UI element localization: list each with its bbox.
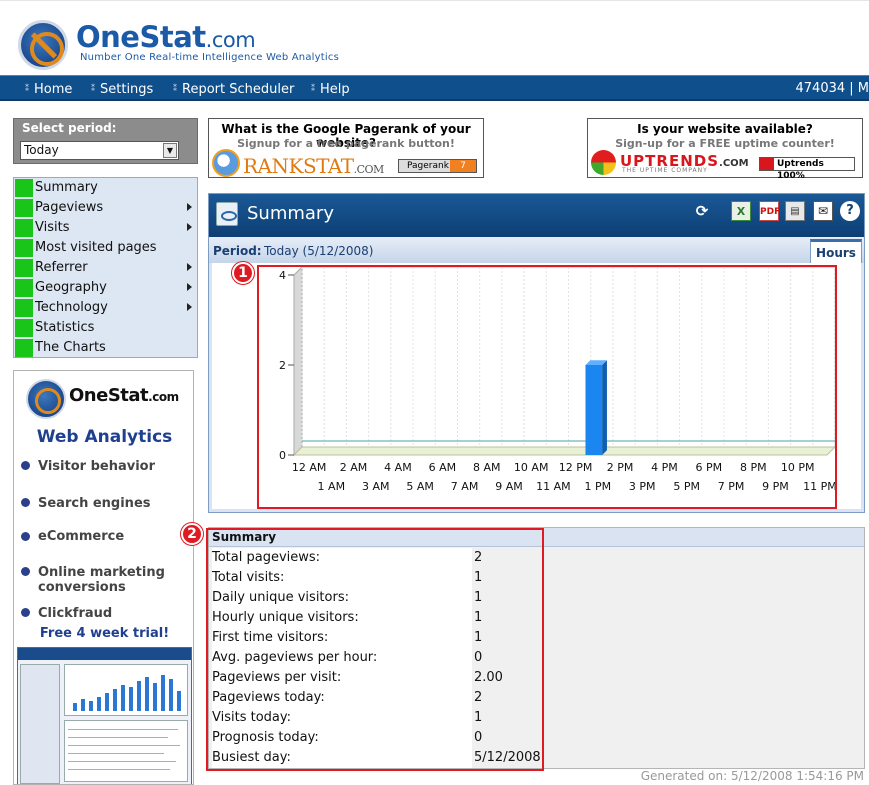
menu-item-statistics[interactable]: Statistics xyxy=(14,318,197,338)
ad-subline: Signup for a free pagerank button! xyxy=(237,137,455,150)
nav-bullet-icon: ⁑ xyxy=(25,84,29,93)
promo-feature: Online marketing conversions xyxy=(38,565,165,595)
menu-item-summary[interactable]: Summary xyxy=(14,178,197,198)
nav-report-scheduler[interactable]: ⁑ Report Scheduler xyxy=(173,80,294,98)
promo-screenshot-image xyxy=(17,647,192,784)
promo-feature: Visitor behavior xyxy=(38,459,155,474)
uptrends-logo-icon xyxy=(591,150,616,175)
menu-marker xyxy=(15,279,33,297)
nav-bullet-icon: ⁑ xyxy=(173,84,177,93)
menu-item-pageviews[interactable]: Pageviews xyxy=(14,198,197,218)
submenu-arrow-icon xyxy=(187,303,192,311)
annotation-box-1 xyxy=(257,265,837,509)
annotation-box-2 xyxy=(206,528,544,771)
submenu-arrow-icon xyxy=(187,203,192,211)
menu-item-technology[interactable]: Technology xyxy=(14,298,197,318)
period-strip: Period: Today (5/12/2008) xyxy=(209,237,864,263)
annotation-badge-2: 2 xyxy=(181,523,203,545)
tab-hours[interactable]: Hours xyxy=(810,239,862,263)
submenu-arrow-icon xyxy=(187,263,192,271)
promo-banner[interactable]: OneStat.com Web Analytics Visitor behavi… xyxy=(13,370,194,785)
free-trial-link[interactable]: Free 4 week trial! xyxy=(14,626,193,641)
onestat-logo-icon[interactable] xyxy=(18,20,68,70)
promo-feature: Clickfraud xyxy=(38,606,113,621)
top-navbar: ⁑ Home ⁑ Settings ⁑ Report Scheduler ⁑ Help … xyxy=(0,75,869,101)
menu-marker xyxy=(15,179,33,197)
uptrends-badge: Uptrends 100% xyxy=(759,157,855,181)
ad-subline: Sign-up for a FREE uptime counter! xyxy=(615,137,835,150)
period-value: Today (5/12/2008) xyxy=(264,244,374,258)
uptrends-tagline: THE UPTIME COMPANY xyxy=(622,167,708,174)
nav-home[interactable]: ⁑ Home xyxy=(25,80,72,98)
menu-marker xyxy=(15,239,33,257)
annotation-badge-1: 1 xyxy=(232,262,254,284)
period-key: Period: xyxy=(213,244,262,258)
menu-marker xyxy=(15,319,33,337)
print-icon[interactable]: ▤ xyxy=(785,201,805,221)
period-label: Select period: xyxy=(22,121,117,135)
menu-item-most-visited-pages[interactable]: Most visited pages xyxy=(14,238,197,258)
submenu-arrow-icon xyxy=(187,223,192,231)
promo-feature: eCommerce xyxy=(38,529,125,544)
bullet-icon xyxy=(21,567,30,576)
menu-marker xyxy=(15,199,33,217)
menu-marker xyxy=(15,299,33,317)
logo-tagline: Number One Real-time Intelligence Web An… xyxy=(80,52,339,63)
panel-title: Summary xyxy=(247,203,334,224)
bullet-icon xyxy=(21,532,30,541)
account-id: 474034 | M xyxy=(795,81,869,96)
nav-bullet-icon: ⁑ xyxy=(91,84,95,93)
eye-icon xyxy=(216,202,238,226)
uptrends-ad[interactable]: Is your website available? Sign-up for a… xyxy=(587,118,863,181)
bullet-icon xyxy=(21,461,30,470)
bullet-icon xyxy=(21,608,30,617)
nav-settings[interactable]: ⁑ Settings xyxy=(91,80,153,98)
menu-item-referrer[interactable]: Referrer xyxy=(14,258,197,278)
promo-logo-text: OneStat.com xyxy=(69,385,179,406)
ad-headline: Is your website available? xyxy=(637,122,813,136)
pdf-icon[interactable]: PDF xyxy=(759,201,780,221)
refresh-icon[interactable]: ⟳ xyxy=(692,201,712,221)
help-icon[interactable]: ? xyxy=(840,201,860,221)
menu-item-the-charts[interactable]: The Charts xyxy=(14,338,197,358)
menu-item-geography[interactable]: Geography xyxy=(14,278,197,298)
panel-header: Summary ⟳ X PDF ▤ ✉ ? xyxy=(209,194,864,237)
menu-item-visits[interactable]: Visits xyxy=(14,218,197,238)
stopwatch-icon xyxy=(760,158,774,170)
top-border xyxy=(0,0,869,1)
promo-title: Web Analytics xyxy=(36,427,173,447)
onestat-logo-icon xyxy=(26,379,66,419)
submenu-arrow-icon xyxy=(187,283,192,291)
pagerank-badge: Pagerank 7 xyxy=(398,159,477,173)
rankstat-brand: RANKSTAT.COM xyxy=(243,154,384,178)
nav-bullet-icon: ⁑ xyxy=(311,84,315,93)
generated-timestamp: Generated on: 5/12/2008 1:54:16 PM xyxy=(640,769,864,783)
rankstat-logo-icon xyxy=(212,149,240,177)
period-selector-box: Select period: Today ▼ xyxy=(13,118,198,164)
menu-marker xyxy=(15,219,33,237)
menu-marker xyxy=(15,259,33,277)
excel-icon[interactable]: X xyxy=(731,201,751,221)
dropdown-arrow-icon[interactable]: ▼ xyxy=(163,143,177,158)
logo-text[interactable]: OneStat.com xyxy=(76,20,256,54)
mail-icon[interactable]: ✉ xyxy=(813,201,833,221)
period-select[interactable]: Today ▼ xyxy=(20,141,179,160)
side-menu: Summary Pageviews Visits Most visited pa… xyxy=(13,177,198,358)
menu-marker xyxy=(15,339,33,357)
promo-feature: Search engines xyxy=(38,496,151,511)
rankstat-ad[interactable]: What is the Google Pagerank of your webs… xyxy=(208,118,484,178)
bullet-icon xyxy=(21,498,30,507)
nav-help[interactable]: ⁑ Help xyxy=(311,80,350,98)
